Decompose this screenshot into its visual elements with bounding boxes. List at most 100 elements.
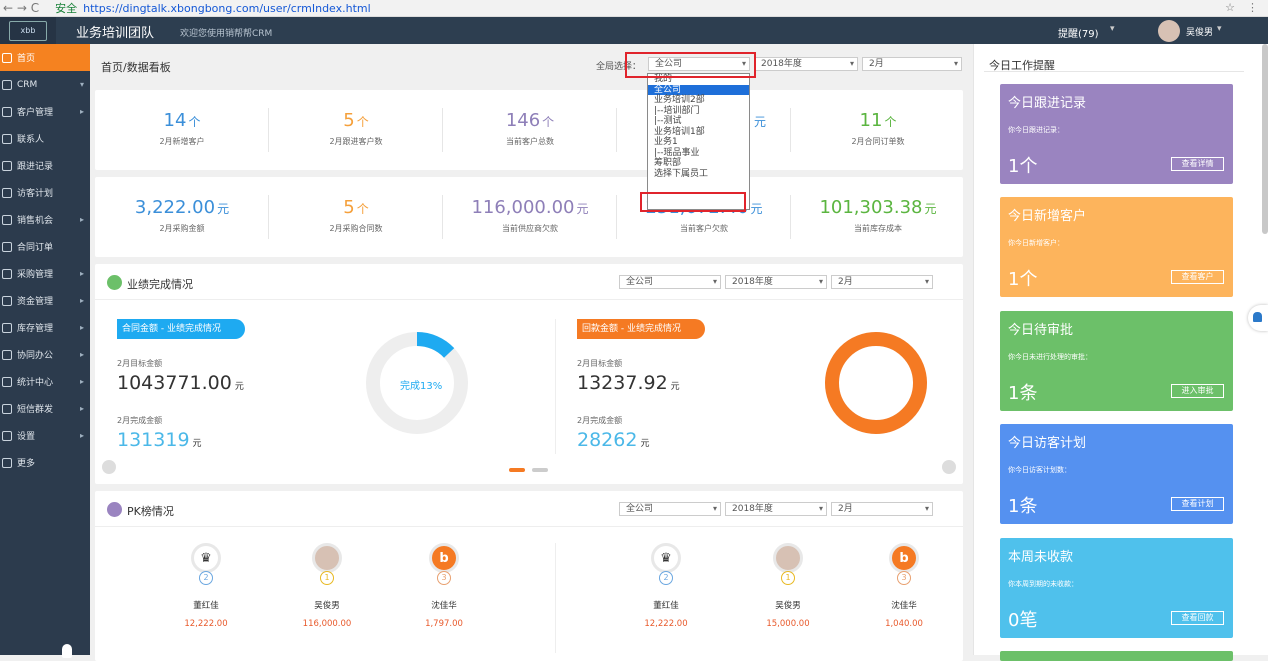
stat-supplier-debt[interactable]: 116,000.00 元当前供应商欠款 <box>443 177 617 257</box>
chevron-right-icon: ▸ <box>79 215 84 224</box>
pk-left-rank-1[interactable]: 1 吴俊男 116,000.00 <box>297 543 357 629</box>
sidebar-item-settings[interactable]: 设置 ▸ <box>0 422 90 449</box>
browser-nav-icons[interactable]: ← → C <box>0 1 39 15</box>
dropdown-option[interactable]: |--瑶品事业 <box>648 148 749 159</box>
sidebar-item-label: 合同订单 <box>17 243 54 253</box>
sidebar-item-crm[interactable]: CRM ▾ <box>0 71 90 98</box>
dropdown-option[interactable]: 业务培训1部 <box>648 127 749 138</box>
sidebar-item-label: 更多 <box>17 459 36 469</box>
today-card-new-customers: 今日新增客户 你今日新增客户： 1个 查看客户 <box>1000 197 1233 297</box>
carousel-dot[interactable] <box>532 468 548 472</box>
enter-approval-button[interactable]: 进入审批 <box>1171 384 1224 398</box>
chevron-right-icon: ▸ <box>79 269 84 278</box>
chevron-down-icon[interactable]: ▾ <box>1217 24 1222 34</box>
opportunity-icon <box>2 214 12 225</box>
pk-right-rank-2[interactable]: ♛ 2 董红佳 12,222.00 <box>636 543 696 629</box>
done-label: 2月完成金额 <box>577 416 623 425</box>
dropdown-option[interactable]: 筹职部 <box>648 158 749 169</box>
sidebar-item-sms[interactable]: 短信群发 ▸ <box>0 395 90 422</box>
purchase-icon <box>2 268 12 279</box>
view-details-button[interactable]: 查看详情 <box>1171 157 1224 171</box>
pk-year-select[interactable]: 2018年度 <box>725 502 827 516</box>
reminder-button[interactable]: 提醒(79) <box>1058 25 1099 40</box>
bookmark-star-icon[interactable]: ☆ <box>1225 1 1235 14</box>
welcome-text: 欢迎您使用销帮帮CRM <box>180 29 273 39</box>
today-reminder-panel: 今日工作提醒 今日跟进记录 你今日跟进记录： 1个 查看详情 今日新增客户 你今日新增客… <box>973 44 1268 661</box>
pk-panel: PK榜情况 全公司 2018年度 2月 ♛2董红佳12,222.00 1吴俊男1… <box>95 491 963 661</box>
carousel-prev-icon[interactable] <box>102 460 116 474</box>
stock-icon <box>2 322 12 333</box>
sidebar-item-stock[interactable]: 库存管理 ▸ <box>0 314 90 341</box>
sidebar-item-opportunity[interactable]: 销售机会 ▸ <box>0 206 90 233</box>
dropdown-option[interactable]: 全公司 <box>648 84 749 95</box>
stat-new-customers[interactable]: 14 个 2月新增客户 <box>95 90 269 170</box>
top-navbar: xbb 业务培训团队 欢迎您使用销帮帮CRM 提醒(79) ▾ 吴俊男 ▾ <box>0 17 1268 44</box>
payment-target-amount: 13237.92 元 <box>577 372 680 394</box>
perf-year-select[interactable]: 2018年度 <box>725 275 827 289</box>
year-select[interactable]: 2018年度 <box>754 57 858 71</box>
carousel-dot-active[interactable] <box>509 468 525 472</box>
view-plan-button[interactable]: 查看计划 <box>1171 497 1224 511</box>
url-field[interactable]: https://dingtalk.xbongbong.com/user/crmI… <box>83 2 371 15</box>
avatar: b <box>429 543 459 573</box>
carousel-next-icon[interactable] <box>942 460 956 474</box>
secure-label: 安全 <box>55 2 78 15</box>
avatar: ♛ <box>651 543 681 573</box>
sidebar-item-funds[interactable]: 资金管理 ▸ <box>0 287 90 314</box>
chevron-down-icon[interactable]: ▾ <box>1110 24 1115 34</box>
perf-company-select[interactable]: 全公司 <box>619 275 721 289</box>
bell-icon[interactable] <box>1248 305 1268 331</box>
today-card-followup: 今日跟进记录 你今日跟进记录： 1个 查看详情 <box>1000 84 1233 184</box>
logo-mark: xbb <box>9 20 47 41</box>
sidebar-item-stats[interactable]: 统计中心 ▸ <box>0 368 90 395</box>
month-select[interactable]: 2月 <box>862 57 962 71</box>
pk-right-rank-1[interactable]: 1 吴俊男 15,000.00 <box>758 543 818 629</box>
sidebar-item-followup[interactable]: 跟进记录 <box>0 152 90 179</box>
highlight-box <box>625 52 756 78</box>
today-card-visit-plan: 今日访客计划 你今日访客计划数： 1条 查看计划 <box>1000 424 1233 524</box>
sidebar-item-more[interactable]: 更多 <box>0 449 90 476</box>
dropdown-option[interactable]: |--培训部门 <box>648 106 749 117</box>
scrollbar[interactable] <box>1262 44 1268 234</box>
stat-stock-cost[interactable]: 101,303.38 元当前库存成本 <box>791 177 965 257</box>
sidebar-item-office[interactable]: 协同办公 ▸ <box>0 341 90 368</box>
sidebar-item-purchase[interactable]: 采购管理 ▸ <box>0 260 90 287</box>
stat-purchase-amount[interactable]: 3,222.00 元 2月采购金额 <box>95 177 269 257</box>
chevron-right-icon: ▸ <box>79 431 84 440</box>
sidebar-item-label: 设置 <box>17 432 36 442</box>
sidebar-item-label: 销售机会 <box>17 216 54 226</box>
sidebar-item-contacts[interactable]: 联系人 <box>0 125 90 152</box>
sidebar-item-customers[interactable]: 客户管理 ▸ <box>0 98 90 125</box>
view-customers-button[interactable]: 查看客户 <box>1171 270 1224 284</box>
dropdown-option[interactable]: 选择下属员工 <box>648 169 749 180</box>
view-payments-button[interactable]: 查看回款 <box>1171 611 1224 625</box>
performance-panel: 业绩完成情况 全公司 2018年度 2月 合同金额 - 业绩完成情况 2月目标金… <box>95 264 963 484</box>
pin-icon[interactable] <box>62 644 72 658</box>
sidebar-item-home[interactable]: 首页 <box>0 44 90 71</box>
pk-left-rank-3[interactable]: b 3 沈佳华 1,797.00 <box>414 543 474 629</box>
avatar[interactable] <box>1158 20 1180 42</box>
stat-followup-customers[interactable]: 5 个 2月跟进客户数 <box>269 90 443 170</box>
user-name[interactable]: 吴俊男 <box>1186 25 1213 38</box>
pk-right-rank-3[interactable]: b 3 沈佳华 1,040.00 <box>874 543 934 629</box>
browser-menu-icon[interactable]: ⋮ <box>1247 1 1258 14</box>
pk-company-select[interactable]: 全公司 <box>619 502 721 516</box>
stat-purchase-contracts[interactable]: 5 个 2月采购合同数 <box>269 177 443 257</box>
dropdown-option[interactable]: |--测试 <box>648 116 749 127</box>
dropdown-option[interactable]: 业务1 <box>648 137 749 148</box>
pk-month-select[interactable]: 2月 <box>831 502 933 516</box>
perf-month-select[interactable]: 2月 <box>831 275 933 289</box>
sidebar-item-label: 统计中心 <box>17 378 54 388</box>
visit-icon <box>2 187 12 198</box>
stat-total-customers[interactable]: 146 个当前客户总数 <box>443 90 617 170</box>
sidebar-item-visit-plan[interactable]: 访客计划 <box>0 179 90 206</box>
dropdown-option[interactable]: 业务培训2部 <box>648 95 749 106</box>
highlight-box <box>640 192 746 212</box>
sidebar-item-label: CRM <box>17 79 38 90</box>
sidebar-item-label: 协同办公 <box>17 351 54 361</box>
sidebar-item-contracts[interactable]: 合同订单 <box>0 233 90 260</box>
stat-contract-orders[interactable]: 11 个 2月合同订单数 <box>791 90 965 170</box>
pk-left-rank-2[interactable]: ♛ 2 董红佳 12,222.00 <box>176 543 236 629</box>
app-logo[interactable]: xbb <box>0 17 56 44</box>
sidebar-item-label: 库存管理 <box>17 324 54 334</box>
